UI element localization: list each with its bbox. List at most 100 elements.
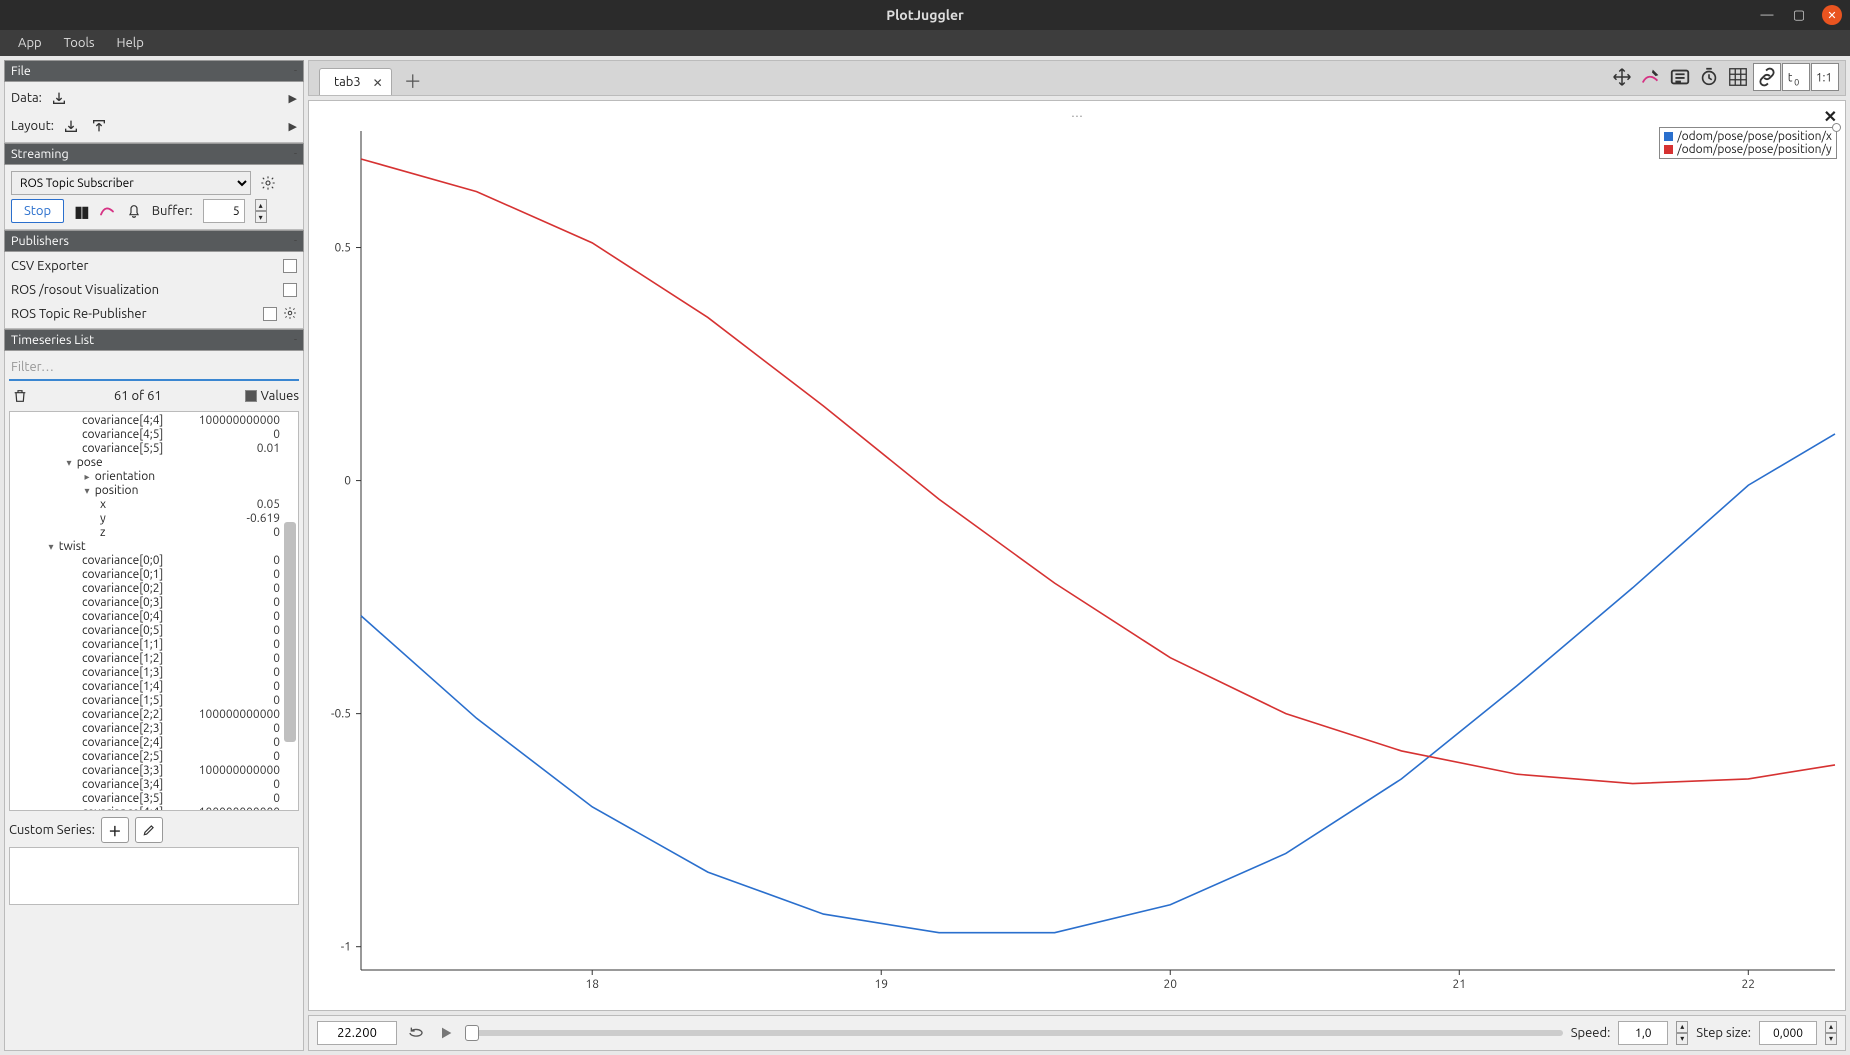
tree-row[interactable]: covariance[4;4]100000000000: [10, 806, 298, 811]
minimize-icon[interactable]: —: [1758, 6, 1776, 24]
tree-row[interactable]: covariance[5;5]0.01: [10, 442, 298, 456]
gear-icon[interactable]: [283, 306, 297, 323]
section-file[interactable]: File-: [4, 60, 304, 82]
export-layout-icon[interactable]: [88, 115, 110, 137]
tab-close-icon[interactable]: ✕: [373, 76, 383, 90]
link-tool-icon[interactable]: [1753, 63, 1781, 91]
buffer-input[interactable]: [203, 199, 245, 223]
tree-row[interactable]: covariance[3;4]0: [10, 778, 298, 792]
menu-app[interactable]: App: [8, 32, 52, 54]
svg-text:0: 0: [344, 475, 351, 488]
tree-row[interactable]: covariance[1;2]0: [10, 652, 298, 666]
layout-caret-icon[interactable]: ▶: [289, 120, 297, 133]
right-area: tab3 ✕ ＋ t0 1:1 … ✕ /odom/pose/pose/posi…: [308, 60, 1846, 1051]
import-data-icon[interactable]: [48, 87, 70, 109]
tree-row[interactable]: covariance[2;2]100000000000: [10, 708, 298, 722]
playback-bar: Speed: ▴▾ Step size: ▴▾: [308, 1015, 1846, 1051]
tree-row[interactable]: covariance[0;4]0: [10, 610, 298, 624]
tree-row[interactable]: x0.05: [10, 498, 298, 512]
maximize-icon[interactable]: ▢: [1790, 6, 1808, 24]
menu-tools[interactable]: Tools: [54, 32, 105, 54]
speed-input[interactable]: [1618, 1021, 1668, 1045]
left-panel: File- Data: ▶ Layout: ▶ Streaming-: [4, 60, 304, 1051]
timeseries-tree[interactable]: covariance[4;4]100000000000covariance[4;…: [9, 411, 299, 811]
section-publishers[interactable]: Publishers-: [4, 230, 304, 252]
tree-row[interactable]: covariance[0;0]0: [10, 554, 298, 568]
tree-row[interactable]: covariance[4;5]0: [10, 428, 298, 442]
tree-row[interactable]: ▸ orientation: [10, 470, 298, 484]
svg-text:18: 18: [585, 978, 599, 991]
publisher-checkbox[interactable]: [283, 283, 297, 297]
tree-row[interactable]: covariance[1;3]0: [10, 666, 298, 680]
tab-add-button[interactable]: ＋: [394, 69, 432, 95]
time-tool-icon[interactable]: [1695, 63, 1723, 91]
edit-series-tool-icon[interactable]: [1637, 63, 1665, 91]
section-timeseries-label: Timeseries List: [11, 333, 94, 347]
streaming-gear-icon[interactable]: [257, 172, 279, 194]
filter-input[interactable]: [9, 355, 299, 381]
step-spinner[interactable]: ▴▾: [1825, 1021, 1837, 1045]
menu-help[interactable]: Help: [107, 32, 154, 54]
notify-icon[interactable]: [126, 202, 142, 221]
section-publishers-label: Publishers: [11, 234, 69, 248]
tree-row[interactable]: z0: [10, 526, 298, 540]
values-toggle[interactable]: Values: [245, 389, 299, 403]
step-input[interactable]: [1759, 1021, 1817, 1045]
speed-spinner[interactable]: ▴▾: [1676, 1021, 1688, 1045]
tree-row[interactable]: ▾ position: [10, 484, 298, 498]
tree-row[interactable]: covariance[2;4]0: [10, 736, 298, 750]
step-label: Step size:: [1696, 1026, 1751, 1040]
publisher-checkbox[interactable]: [263, 307, 277, 321]
data-caret-icon[interactable]: ▶: [289, 92, 297, 105]
pause-icon[interactable]: ▮▮: [74, 202, 88, 221]
tree-row[interactable]: ▾ pose: [10, 456, 298, 470]
publisher-checkbox[interactable]: [283, 259, 297, 273]
window-title: PlotJuggler: [886, 7, 964, 23]
move-tool-icon[interactable]: [1608, 63, 1636, 91]
tree-row[interactable]: covariance[3;5]0: [10, 792, 298, 806]
series-preview: [9, 847, 299, 905]
streaming-source-select[interactable]: ROS Topic Subscriber: [11, 171, 251, 195]
tree-row[interactable]: covariance[0;3]0: [10, 596, 298, 610]
close-icon[interactable]: ✕: [1822, 5, 1842, 25]
ratio-tool-icon[interactable]: 1:1: [1811, 63, 1839, 91]
tree-row[interactable]: covariance[1;1]0: [10, 638, 298, 652]
tree-row[interactable]: covariance[4;4]100000000000: [10, 414, 298, 428]
tree-row[interactable]: covariance[1;4]0: [10, 680, 298, 694]
legend-tool-icon[interactable]: [1666, 63, 1694, 91]
play-icon[interactable]: [435, 1022, 457, 1044]
tab-active[interactable]: tab3 ✕: [319, 68, 392, 95]
timeline-slider[interactable]: [465, 1024, 1563, 1042]
svg-text:t: t: [1788, 72, 1793, 85]
edit-series-button[interactable]: [135, 817, 163, 843]
data-label: Data:: [11, 91, 42, 105]
t0-tool-icon[interactable]: t0: [1782, 63, 1810, 91]
publisher-name: CSV Exporter: [11, 259, 88, 273]
clear-icon[interactable]: [98, 201, 116, 222]
section-streaming[interactable]: Streaming-: [4, 143, 304, 165]
tree-scrollbar[interactable]: [284, 522, 296, 742]
trash-icon[interactable]: [9, 385, 31, 407]
buffer-spinner[interactable]: ▴▾: [255, 199, 267, 223]
tree-row[interactable]: ▾ twist: [10, 540, 298, 554]
tree-row[interactable]: covariance[0;1]0: [10, 568, 298, 582]
publisher-row: ROS Topic Re-Publisher: [11, 302, 297, 326]
stop-button[interactable]: Stop: [11, 199, 64, 223]
plot-canvas: -1-0.500.51819202122: [309, 101, 1845, 1010]
tree-row[interactable]: covariance[2;3]0: [10, 722, 298, 736]
tree-row[interactable]: covariance[1;5]0: [10, 694, 298, 708]
grid-tool-icon[interactable]: [1724, 63, 1752, 91]
import-layout-icon[interactable]: [60, 115, 82, 137]
tree-row[interactable]: covariance[2;5]0: [10, 750, 298, 764]
tree-row[interactable]: covariance[0;2]0: [10, 582, 298, 596]
time-display[interactable]: [317, 1021, 397, 1045]
plot-area[interactable]: … ✕ /odom/pose/pose/position/x/odom/pose…: [308, 100, 1846, 1011]
section-timeseries[interactable]: Timeseries List-: [4, 329, 304, 351]
titlebar: PlotJuggler — ▢ ✕: [0, 0, 1850, 30]
tabbar: tab3 ✕ ＋ t0 1:1: [308, 60, 1846, 96]
tree-row[interactable]: covariance[0;5]0: [10, 624, 298, 638]
tree-row[interactable]: y-0.619: [10, 512, 298, 526]
tree-row[interactable]: covariance[3;3]100000000000: [10, 764, 298, 778]
loop-icon[interactable]: [405, 1022, 427, 1044]
add-series-button[interactable]: ＋: [101, 817, 129, 843]
